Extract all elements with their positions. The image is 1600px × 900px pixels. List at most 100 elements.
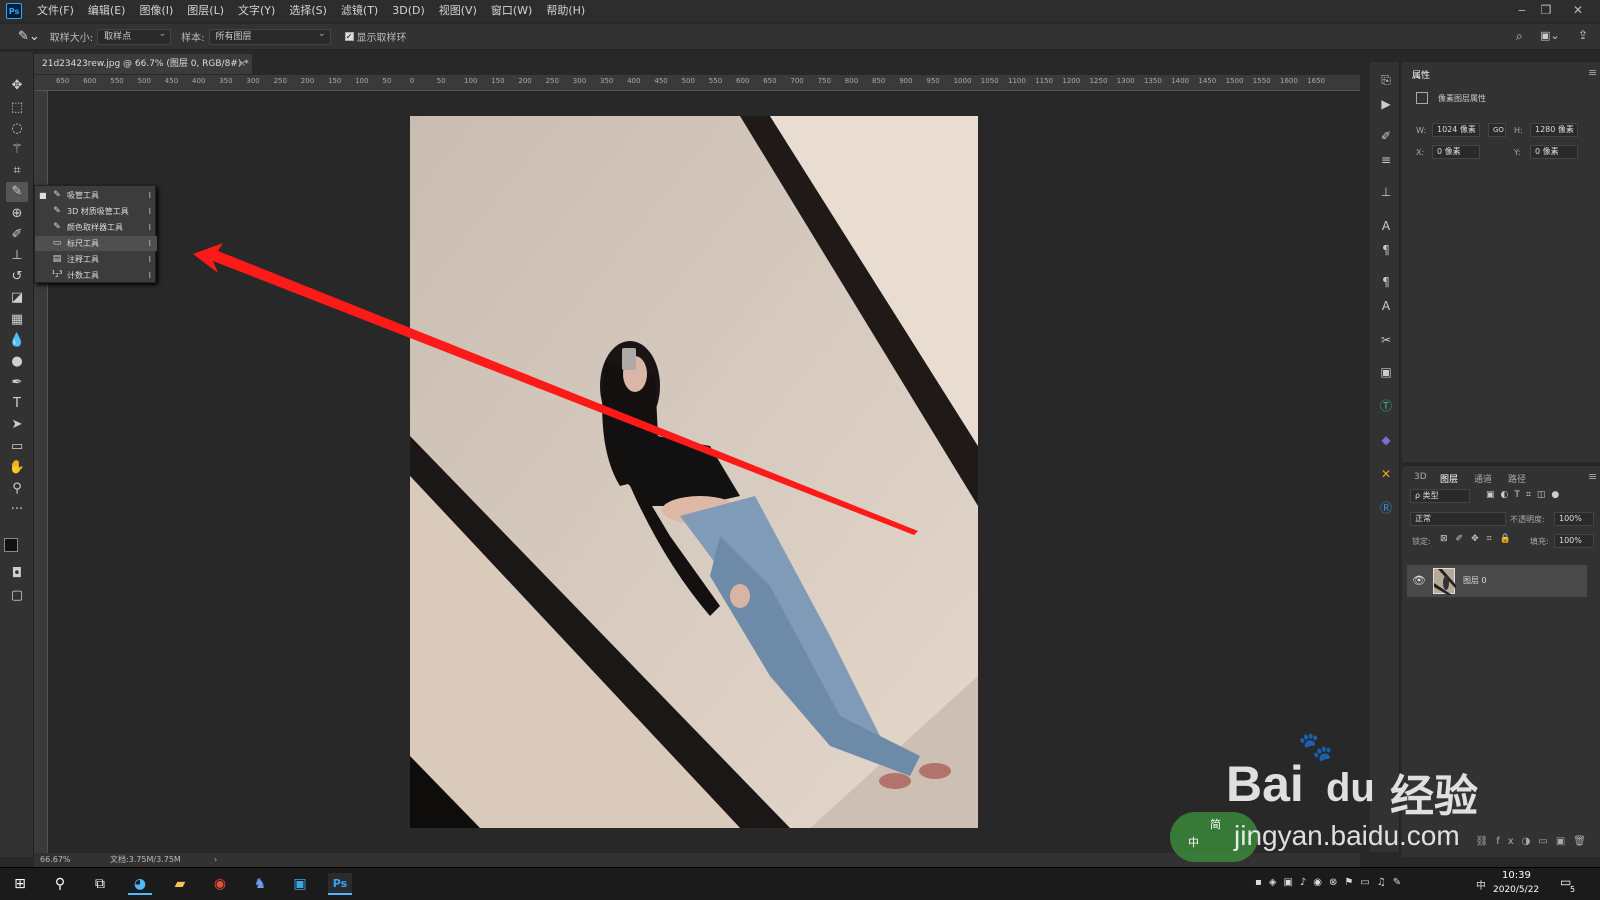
dodge-tool-icon[interactable]: ● [6, 352, 28, 372]
link-dimensions-button[interactable]: GO [1488, 123, 1506, 137]
lock-icons[interactable]: ⊠✐✥⌗🔒 [1440, 534, 1519, 544]
width-field[interactable]: 1024 像素 [1432, 123, 1480, 137]
menu-edit[interactable]: 编辑(E) [81, 0, 133, 22]
eyedropper-tool-icon[interactable]: ✎ [6, 182, 28, 202]
history-brush-tool-icon[interactable]: ↺ [6, 267, 28, 287]
brush-tool-icon[interactable]: ✐ [6, 225, 28, 245]
fill-field[interactable]: 100% [1554, 534, 1594, 548]
actions-panel-icon[interactable]: ▶ [1375, 94, 1397, 114]
blend-mode-select[interactable]: 正常 [1410, 512, 1506, 526]
eyedropper-preset-icon[interactable]: ✎⌄ [18, 29, 40, 44]
menu-select[interactable]: 选择(S) [282, 0, 334, 22]
y-field[interactable]: 0 像素 [1530, 145, 1578, 159]
tab-paths[interactable]: 路径 [1508, 472, 1526, 485]
blur-tool-icon[interactable]: 💧 [6, 331, 28, 351]
pen-tool-icon[interactable]: ✒ [6, 373, 28, 393]
libraries-icon[interactable]: ▣ [1375, 362, 1397, 382]
paragraph-panel-icon[interactable]: ¶ [1375, 240, 1397, 260]
menu-window[interactable]: 窗口(W) [484, 0, 539, 22]
clone-stamp-tool-icon[interactable]: ⊥ [6, 246, 28, 266]
opacity-field[interactable]: 100% [1554, 512, 1594, 526]
paragraph-styles-icon[interactable]: ¶ [1375, 272, 1397, 292]
close-icon[interactable]: ✕ [1566, 0, 1590, 22]
flyout-item-count[interactable]: ¹₂³ 计数工具 I [35, 268, 157, 283]
search-icon[interactable]: ⌕ [1516, 29, 1523, 44]
path-selection-tool-icon[interactable]: ➤ [6, 415, 28, 435]
crop-tool-icon[interactable]: ⌗ [6, 161, 28, 181]
zoom-tool-icon[interactable]: ⚲ [6, 479, 28, 499]
layer-row[interactable]: 👁 图层 0 [1407, 565, 1587, 597]
visibility-eye-icon[interactable]: 👁 [1412, 574, 1426, 587]
history-panel-icon[interactable]: ⎘ [1375, 70, 1397, 90]
windows-start-icon[interactable]: ⊞ [8, 873, 32, 895]
app-icon[interactable]: ♞ [248, 873, 272, 895]
gradient-tool-icon[interactable]: ▦ [6, 310, 28, 330]
app-window-icon[interactable]: ▣ [288, 873, 312, 895]
magic-wand-tool-icon[interactable]: ⚚ [6, 140, 28, 160]
menu-3d[interactable]: 3D(D) [385, 0, 432, 22]
marquee-tool-icon[interactable]: ⬚ [6, 98, 28, 118]
hand-tool-icon[interactable]: ✋ [6, 458, 28, 478]
menu-layer[interactable]: 图层(L) [180, 0, 231, 22]
menu-help[interactable]: 帮助(H) [539, 0, 592, 22]
retouch-plugin-icon[interactable]: Ⓡ [1375, 498, 1397, 518]
taskbar-search-icon[interactable]: ⚲ [48, 873, 72, 895]
move-tool-icon[interactable]: ✥ [6, 76, 28, 96]
sample-size-select[interactable]: 取样点 [97, 27, 172, 45]
adjustments-icon[interactable]: ≡ [1375, 150, 1397, 170]
workspace-icon[interactable]: ▣⌄ [1540, 29, 1560, 42]
canvas-area[interactable] [48, 91, 1360, 853]
clock-time[interactable]: 10:39 [1502, 870, 1531, 881]
type-tool-icon[interactable]: T [6, 394, 28, 414]
foreground-color-swatch[interactable] [4, 538, 18, 552]
character-panel-icon[interactable]: A [1375, 216, 1397, 236]
quick-mask-icon[interactable]: ◘ [6, 564, 28, 584]
clone-source-icon[interactable]: ⊥ [1375, 182, 1397, 202]
share-icon[interactable]: ⇪ [1578, 28, 1588, 42]
tab-channels[interactable]: 通道 [1474, 472, 1492, 485]
layer-filter-icons[interactable]: ▣◐T⌗◫● [1486, 490, 1565, 500]
menu-view[interactable]: 视图(V) [432, 0, 484, 22]
status-menu-chevron-icon[interactable]: › [214, 853, 217, 867]
restore-icon[interactable]: ❐ [1534, 0, 1558, 22]
tools-preset-icon[interactable]: ✂ [1375, 330, 1397, 350]
edge-browser-icon[interactable]: ◕ [128, 873, 152, 895]
menu-type[interactable]: 文字(Y) [231, 0, 282, 22]
x-field[interactable]: 0 像素 [1432, 145, 1480, 159]
tk-plugin-icon[interactable]: Ⓣ [1375, 396, 1397, 416]
height-field[interactable]: 1280 像素 [1530, 123, 1578, 137]
more-tools-icon[interactable]: ··· [6, 500, 28, 520]
tab-3d[interactable]: 3D [1414, 472, 1427, 482]
flyout-item-color-sampler[interactable]: ✎ 颜色取样器工具 I [35, 220, 157, 235]
layers-menu-icon[interactable]: ≡ [1588, 470, 1597, 483]
flyout-item-ruler[interactable]: ▭ 标尺工具 I [35, 236, 157, 251]
task-view-icon[interactable]: ⧉ [88, 873, 112, 895]
photoshop-taskbar-icon[interactable]: Ps [328, 873, 352, 895]
clock-date[interactable]: 2020/5/22 [1493, 885, 1539, 895]
layer-name[interactable]: 图层 0 [1463, 575, 1487, 586]
screen-mode-icon[interactable]: ▢ [6, 586, 28, 606]
character-styles-icon[interactable]: A [1375, 296, 1397, 316]
panel-menu-icon[interactable]: ≡ [1588, 66, 1597, 79]
tab-layers[interactable]: 图层 [1440, 472, 1458, 485]
layer-filter-select[interactable]: ρ 类型 [1410, 489, 1470, 503]
properties-tab[interactable]: 属性 [1412, 68, 1430, 81]
flyout-item-note[interactable]: ▤ 注释工具 I [35, 252, 157, 267]
eraser-tool-icon[interactable]: ◪ [6, 288, 28, 308]
close-tab-icon[interactable]: × [238, 54, 246, 74]
minimize-icon[interactable]: ‒ [1510, 0, 1534, 22]
lasso-tool-icon[interactable]: ◌ [6, 119, 28, 139]
flyout-item-eyedropper[interactable]: ■ ✎ 吸管工具 I [35, 188, 157, 203]
scissors-plugin-icon[interactable]: ✕ [1375, 464, 1397, 484]
ime-indicator[interactable]: 中 [1476, 877, 1486, 892]
document-tab[interactable]: 21d23423rew.jpg @ 66.7% (图层 0, RGB/8#) *… [34, 54, 252, 74]
plugin-icon[interactable]: ◆ [1375, 430, 1397, 450]
menu-file[interactable]: 文件(F) [30, 0, 81, 22]
menu-image[interactable]: 图像(I) [132, 0, 180, 22]
layer-footer-icons[interactable]: ⛓fx◑▭▣🗑 [1402, 836, 1600, 854]
rectangle-tool-icon[interactable]: ▭ [6, 437, 28, 457]
flyout-item-3d-eyedropper[interactable]: ✎ 3D 材质吸管工具 I [35, 204, 157, 219]
healing-brush-tool-icon[interactable]: ⊕ [6, 204, 28, 224]
brush-settings-icon[interactable]: ✐ [1375, 126, 1397, 146]
show-ring-checkbox[interactable]: ✓ [344, 32, 354, 41]
